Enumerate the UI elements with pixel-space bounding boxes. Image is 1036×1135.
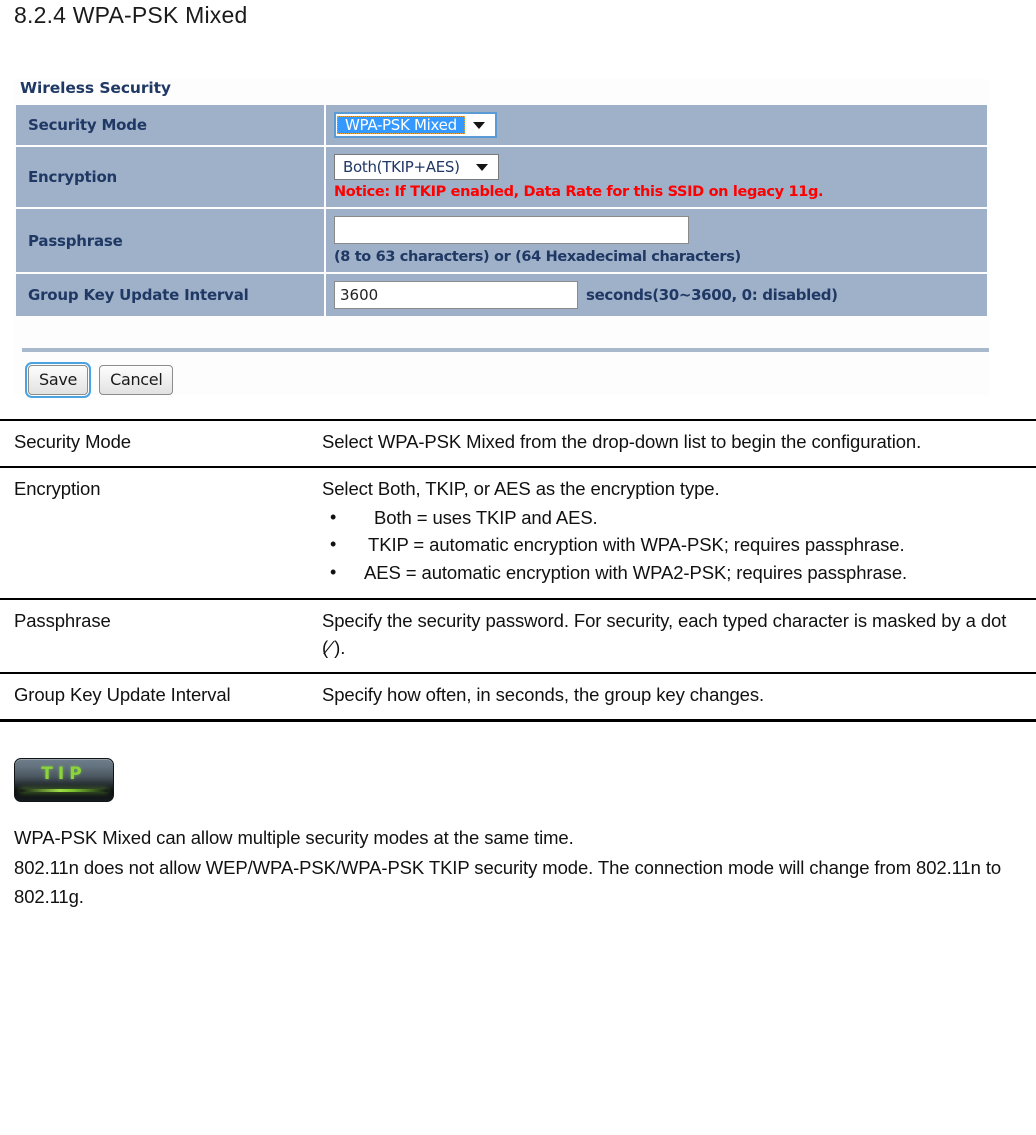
panel-divider bbox=[22, 348, 989, 352]
desc-term-passphrase: Passphrase bbox=[0, 598, 308, 674]
table-row: Passphrase Specify the security password… bbox=[0, 598, 1036, 674]
encryption-label: Encryption bbox=[16, 147, 324, 207]
desc-passphrase-part2: ). bbox=[334, 636, 346, 658]
chevron-down-icon bbox=[475, 163, 488, 171]
group-key-unit: seconds(30~3600, 0: disabled) bbox=[586, 286, 838, 304]
form-row-encryption: Encryption Both(TKIP+AES) Notice: If TKI… bbox=[16, 147, 987, 207]
cancel-button[interactable]: Cancel bbox=[99, 365, 174, 395]
encryption-selected-text: Both(TKIP+AES) bbox=[343, 158, 460, 176]
encryption-notice: Notice: If TKIP enabled, Data Rate for t… bbox=[334, 184, 824, 200]
desc-term-security-mode: Security Mode bbox=[0, 419, 308, 468]
panel-title: Wireless Security bbox=[20, 79, 171, 97]
passphrase-input[interactable] bbox=[334, 216, 689, 244]
group-key-input[interactable]: 3600 bbox=[334, 281, 578, 309]
desc-term-encryption: Encryption bbox=[0, 465, 308, 601]
group-key-label: Group Key Update Interval bbox=[16, 274, 324, 316]
table-row: Group Key Update Interval Specify how of… bbox=[0, 671, 1036, 722]
chevron-down-icon bbox=[472, 121, 485, 129]
encryption-select[interactable]: Both(TKIP+AES) bbox=[334, 154, 499, 180]
tip-section: TIP bbox=[14, 757, 1036, 802]
security-mode-value-cell: WPA-PSK Mixed bbox=[326, 105, 987, 145]
field-description-table: Security Mode Select WPA-PSK Mixed from … bbox=[0, 419, 1036, 722]
save-button[interactable]: Save bbox=[24, 362, 92, 398]
security-mode-select[interactable]: WPA-PSK Mixed bbox=[334, 112, 497, 138]
wireless-security-form: Security Mode WPA-PSK Mixed Encryption B… bbox=[14, 103, 989, 318]
security-mode-label: Security Mode bbox=[16, 105, 324, 145]
security-mode-selected-text: WPA-PSK Mixed bbox=[337, 116, 465, 134]
form-row-group-key: Group Key Update Interval 3600 seconds(3… bbox=[16, 274, 987, 316]
panel-button-row: Save Cancel bbox=[24, 362, 989, 398]
table-row: Security Mode Select WPA-PSK Mixed from … bbox=[0, 419, 1036, 468]
tip-text-block: WPA-PSK Mixed can allow multiple securit… bbox=[14, 824, 1024, 912]
tip-glow-line bbox=[20, 788, 108, 792]
tip-badge-icon: TIP bbox=[14, 757, 114, 802]
form-row-security-mode: Security Mode WPA-PSK Mixed bbox=[16, 105, 987, 145]
passphrase-value-cell: (8 to 63 characters) or (64 Hexadecimal … bbox=[326, 209, 987, 272]
tip-line-1: WPA-PSK Mixed can allow multiple securit… bbox=[14, 826, 574, 848]
desc-passphrase-part1: Specify the security password. For secur… bbox=[322, 610, 1007, 658]
desc-text-security-mode: Select WPA-PSK Mixed from the drop-down … bbox=[308, 419, 1036, 468]
desc-text-group-key: Specify how often, in seconds, the group… bbox=[308, 671, 1036, 722]
encryption-value-cell: Both(TKIP+AES) Notice: If TKIP enabled, … bbox=[326, 147, 987, 207]
encryption-bullet-list: Both = uses TKIP and AES. TKIP = automat… bbox=[322, 504, 1030, 587]
group-key-value-cell: 3600 seconds(30~3600, 0: disabled) bbox=[326, 274, 987, 316]
tip-line-2: 802.11n does not allow WEP/WPA-PSK/WPA-P… bbox=[14, 857, 1002, 907]
list-item: Both = uses TKIP and AES. bbox=[322, 504, 1030, 532]
list-item: AES = automatic encryption with WPA2-PSK… bbox=[322, 559, 1030, 587]
desc-term-group-key: Group Key Update Interval bbox=[0, 671, 308, 722]
table-row: Encryption Select Both, TKIP, or AES as … bbox=[0, 465, 1036, 601]
list-item: TKIP = automatic encryption with WPA-PSK… bbox=[322, 531, 1030, 559]
page-title: 8.2.4 WPA-PSK Mixed bbox=[14, 2, 248, 28]
desc-text-encryption: Select Both, TKIP, or AES as the encrypt… bbox=[308, 465, 1036, 601]
tip-badge-label: TIP bbox=[41, 763, 87, 784]
passphrase-hint: (8 to 63 characters) or (64 Hexadecimal … bbox=[334, 249, 741, 265]
wireless-security-panel: Wireless Security Security Mode WPA-PSK … bbox=[14, 79, 989, 398]
desc-text-passphrase: Specify the security password. For secur… bbox=[308, 598, 1036, 674]
passphrase-label: Passphrase bbox=[16, 209, 324, 272]
desc-encryption-intro: Select Both, TKIP, or AES as the encrypt… bbox=[322, 477, 720, 499]
form-row-passphrase: Passphrase (8 to 63 characters) or (64 H… bbox=[16, 209, 987, 272]
